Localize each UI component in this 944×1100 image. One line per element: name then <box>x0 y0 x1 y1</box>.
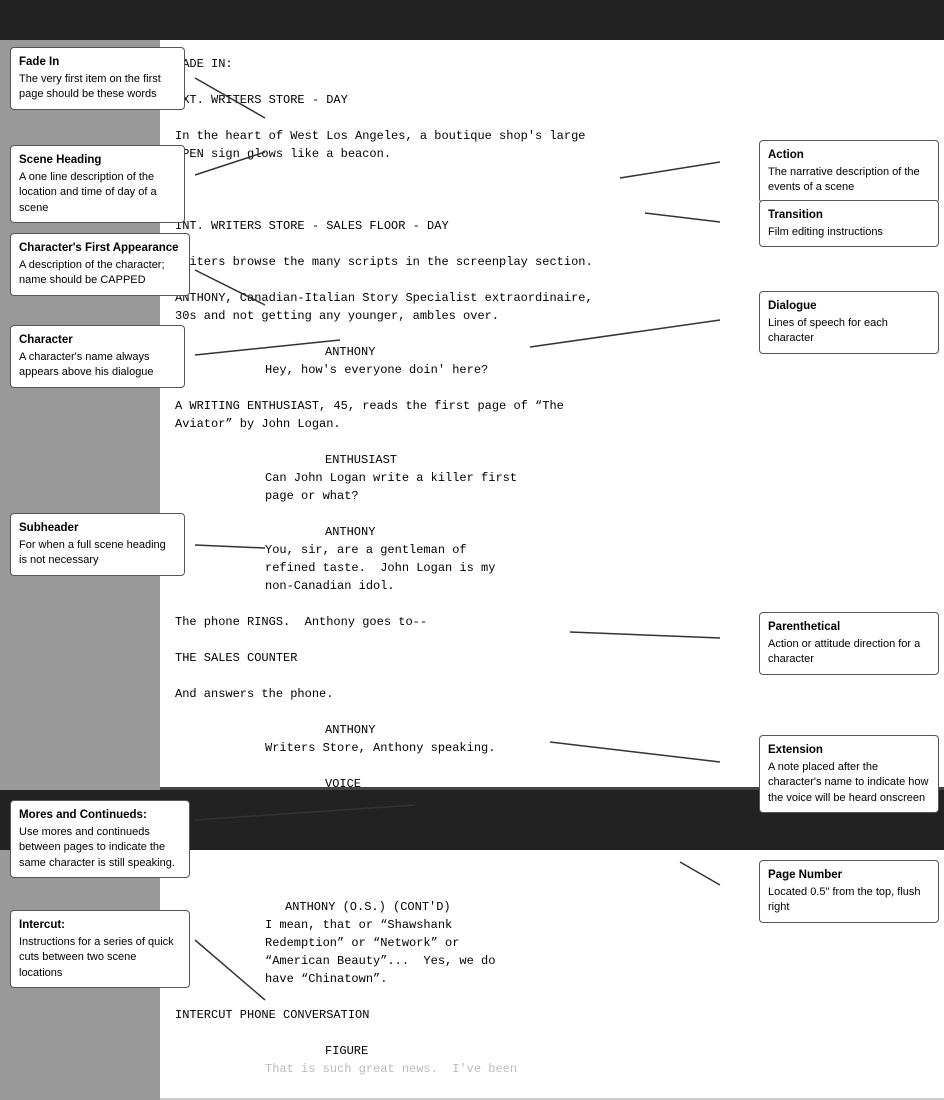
annotation-scene-heading-title: Scene Heading <box>19 152 176 168</box>
annotation-transition: Transition Film editing instructions <box>759 200 939 247</box>
line-blank-1 <box>175 73 924 91</box>
annotation-extension-title: Extension <box>768 742 930 758</box>
line-dial-3c: non-Canadian idol. <box>175 577 924 595</box>
line-char-3: ANTHONY <box>175 523 924 541</box>
line-fade-in: FADE IN: <box>175 55 924 73</box>
annotation-page-number: Page Number Located 0.5" from the top, f… <box>759 860 939 923</box>
annotation-subheader: Subheader For when a full scene heading … <box>10 513 185 576</box>
annotation-fade-in-title: Fade In <box>19 54 176 70</box>
line-dial-7c: “American Beauty”... Yes, we do <box>175 952 924 970</box>
line-blank-14 <box>175 703 924 721</box>
annotation-parenthetical-title: Parenthetical <box>768 619 930 635</box>
annotation-character-first: Character's First Appearance A descripti… <box>10 233 190 296</box>
annotation-character-first-body: A description of the character; name sho… <box>19 259 165 286</box>
line-blank-p2-3 <box>175 1024 924 1042</box>
line-dial-3b: refined taste. John Logan is my <box>175 559 924 577</box>
annotation-intercut: Intercut: Instructions for a series of q… <box>10 910 190 988</box>
annotation-subheader-body: For when a full scene heading is not nec… <box>19 539 166 566</box>
annotation-extension: Extension A note placed after the charac… <box>759 735 939 813</box>
line-blank-6 <box>175 271 924 289</box>
line-dial-7d: have “Chinatown”. <box>175 970 924 988</box>
annotation-page-number-title: Page Number <box>768 867 930 883</box>
annotation-scene-heading: Scene Heading A one line description of … <box>10 145 185 223</box>
annotation-page-number-body: Located 0.5" from the top, flush right <box>768 886 921 913</box>
annotation-transition-title: Transition <box>768 207 930 223</box>
annotation-dialogue: Dialogue Lines of speech for each charac… <box>759 291 939 354</box>
line-blank-2 <box>175 109 924 127</box>
line-dial-3a: You, sir, are a gentleman of <box>175 541 924 559</box>
line-dial-2a: Can John Logan write a killer first <box>175 469 924 487</box>
line-action-6: And answers the phone. <box>175 685 924 703</box>
annotation-parenthetical-body: Action or attitude direction for a chara… <box>768 638 920 665</box>
line-blank-10 <box>175 505 924 523</box>
annotation-action: Action The narrative description of the … <box>759 140 939 203</box>
line-dial-2b: page or what? <box>175 487 924 505</box>
annotation-character-title: Character <box>19 332 176 348</box>
line-action-2: Writers browse the many scripts in the s… <box>175 253 924 271</box>
line-blank-8 <box>175 379 924 397</box>
annotation-mores: Mores and Continueds: Use mores and cont… <box>10 800 190 878</box>
annotation-intercut-body: Instructions for a series of quick cuts … <box>19 936 174 979</box>
annotation-fade-in-body: The very first item on the first page sh… <box>19 73 161 100</box>
line-dial-8: That is such great news. I've been <box>175 1060 924 1078</box>
line-char-2: ENTHUSIAST <box>175 451 924 469</box>
line-char-8: FIGURE <box>175 1042 924 1060</box>
annotation-character: Character A character's name always appe… <box>10 325 185 388</box>
annotation-fade-in: Fade In The very first item on the first… <box>10 47 185 110</box>
line-dial-7b: Redemption” or “Network” or <box>175 934 924 952</box>
annotation-subheader-title: Subheader <box>19 520 176 536</box>
annotation-character-body: A character's name always appears above … <box>19 351 154 378</box>
annotation-character-first-title: Character's First Appearance <box>19 240 181 256</box>
line-action-4b: Aviator” by John Logan. <box>175 415 924 433</box>
line-scene-1: EXT. WRITERS STORE - DAY <box>175 91 924 109</box>
annotation-intercut-title: Intercut: <box>19 917 181 933</box>
annotation-action-title: Action <box>768 147 930 163</box>
line-action-4a: A WRITING ENTHUSIAST, 45, reads the firs… <box>175 397 924 415</box>
page-wrapper: Fade In The very first item on the first… <box>0 0 944 1100</box>
annotation-mores-title: Mores and Continueds: <box>19 807 181 823</box>
annotation-dialogue-title: Dialogue <box>768 298 930 314</box>
annotation-dialogue-body: Lines of speech for each character <box>768 317 888 344</box>
line-blank-11 <box>175 595 924 613</box>
black-bar-top <box>0 0 944 40</box>
line-intercut: INTERCUT PHONE CONVERSATION <box>175 1006 924 1024</box>
annotation-action-body: The narrative description of the events … <box>768 166 920 193</box>
line-dial-1: Hey, how's everyone doin' here? <box>175 361 924 379</box>
annotation-scene-heading-body: A one line description of the location a… <box>19 171 157 214</box>
annotation-parenthetical: Parenthetical Action or attitude directi… <box>759 612 939 675</box>
annotation-transition-body: Film editing instructions <box>768 226 883 238</box>
line-blank-9 <box>175 433 924 451</box>
line-blank-p2-2 <box>175 988 924 1006</box>
annotation-extension-body: A note placed after the character's name… <box>768 761 928 804</box>
annotation-mores-body: Use mores and continueds between pages t… <box>19 826 175 869</box>
